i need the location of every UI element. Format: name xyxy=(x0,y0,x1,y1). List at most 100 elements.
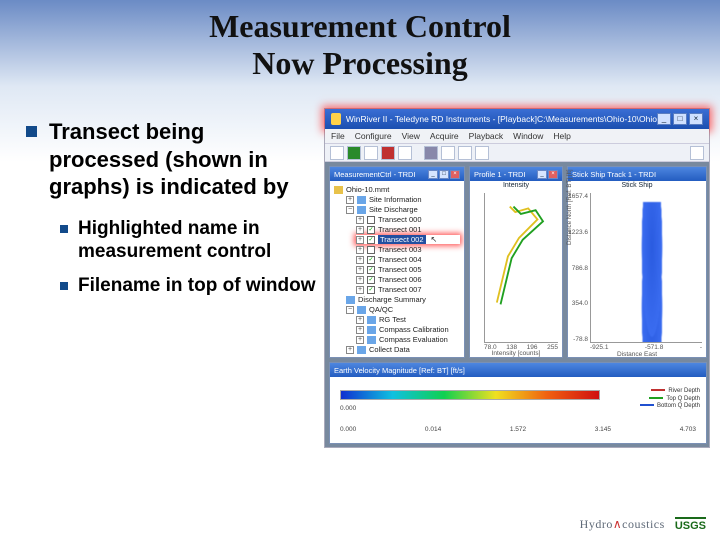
contour-titlebar[interactable]: Earth Velocity Magnitude [Ref: BT] [ft/s… xyxy=(330,363,706,377)
menu-help[interactable]: Help xyxy=(553,131,570,141)
tree-qaqc[interactable]: −QA/QC xyxy=(346,305,460,314)
subwin-min-button[interactable]: _ xyxy=(537,170,547,179)
expand-icon[interactable]: + xyxy=(356,336,364,344)
expand-icon[interactable]: + xyxy=(356,326,364,334)
subwin-close-button[interactable]: × xyxy=(450,170,460,179)
tool-rewind-icon[interactable] xyxy=(398,146,412,160)
bullet-main-text: Transect being processed (shown in graph… xyxy=(49,118,316,201)
menu-file[interactable]: File xyxy=(331,131,345,141)
expand-icon[interactable]: + xyxy=(356,226,364,234)
ship-track-axis-title: Stick Ship xyxy=(568,182,706,189)
doc-icon xyxy=(367,326,376,334)
collapse-icon[interactable]: − xyxy=(346,206,354,214)
legend-botq: Bottom Q Depth xyxy=(640,403,700,411)
checkbox-icon[interactable]: ✓ xyxy=(367,256,375,264)
checkbox-icon[interactable] xyxy=(367,216,375,224)
sub-bullet-2-text: Filename in top of window xyxy=(78,274,316,298)
expand-icon[interactable]: + xyxy=(356,216,364,224)
menu-window[interactable]: Window xyxy=(513,131,543,141)
expand-icon[interactable]: + xyxy=(356,246,364,254)
tree-root-label: Ohio-10.mmt xyxy=(346,185,389,194)
measurement-ctrl-tree[interactable]: Ohio-10.mmt + Site Information − Site Di… xyxy=(330,181,464,357)
tool-generic-icon[interactable] xyxy=(458,146,472,160)
ship-track-titlebar[interactable]: Stick Ship Track 1 - TRDI xyxy=(568,167,706,181)
legend-river: River Depth xyxy=(640,388,700,396)
checkbox-icon[interactable]: ✓ xyxy=(367,226,375,234)
expand-icon[interactable]: + xyxy=(346,196,354,204)
profile-titlebar[interactable]: Profile 1 - TRDI _× xyxy=(470,167,562,181)
menubar: File Configure View Acquire Playback Win… xyxy=(325,129,709,144)
tree-transect-002[interactable]: +✓Transect 002↖ xyxy=(356,235,460,244)
minimize-button[interactable]: _ xyxy=(657,113,671,125)
tree-transect-001[interactable]: +✓Transect 001 xyxy=(356,225,460,234)
tool-dropdown-icon[interactable] xyxy=(690,146,704,160)
checkbox-icon[interactable]: ✓ xyxy=(367,276,375,284)
menu-configure[interactable]: Configure xyxy=(355,131,392,141)
tree-collect-data[interactable]: +Collect Data xyxy=(346,345,460,354)
profile-plot: Intensity 78.0 138 196 255 Intensity [co… xyxy=(470,181,562,357)
expand-icon[interactable]: + xyxy=(356,276,364,284)
legend-swatch-icon xyxy=(649,397,663,399)
collapse-icon[interactable]: − xyxy=(346,306,354,314)
subwin-close-button[interactable]: × xyxy=(548,170,558,179)
contour-leftval: 0.000 xyxy=(340,405,356,412)
expand-icon[interactable]: + xyxy=(356,236,364,244)
tree-site-info[interactable]: + Site Information xyxy=(346,195,460,204)
tool-stop-icon[interactable] xyxy=(381,146,395,160)
sub-bullet-1-text: Highlighted name in measurement control xyxy=(78,217,316,265)
close-button[interactable]: × xyxy=(689,113,703,125)
expand-icon[interactable]: + xyxy=(356,316,364,324)
measurement-ctrl-titlebar[interactable]: MeasurementCtrl - TRDI _ □ × xyxy=(330,167,464,181)
contour-xticks: 0.000 0.014 1.572 3.145 4.703 xyxy=(340,426,696,433)
menu-playback[interactable]: Playback xyxy=(469,131,504,141)
bullet-main: Transect being processed (shown in graph… xyxy=(26,118,316,201)
tree-root[interactable]: Ohio-10.mmt xyxy=(334,185,460,194)
checkbox-icon[interactable]: ✓ xyxy=(367,266,375,274)
maximize-button[interactable]: □ xyxy=(673,113,687,125)
expand-icon[interactable]: + xyxy=(356,286,364,294)
tree-compass-cal[interactable]: +Compass Calibration xyxy=(356,325,460,334)
tree-transect-007[interactable]: +✓Transect 007 xyxy=(356,285,460,294)
checkbox-icon[interactable]: ✓ xyxy=(367,236,375,244)
tree-transect-004[interactable]: +✓Transect 004 xyxy=(356,255,460,264)
doc-icon xyxy=(346,296,355,304)
ship-track-title: Stick Ship Track 1 - TRDI xyxy=(572,170,656,179)
expand-icon[interactable]: + xyxy=(346,346,354,354)
contour-body: River Depth Top Q Depth Bottom Q Depth 0… xyxy=(330,377,706,443)
tree-transect-006[interactable]: +✓Transect 006 xyxy=(356,275,460,284)
contour-title: Earth Velocity Magnitude [Ref: BT] [ft/s… xyxy=(334,366,465,375)
tree-site-discharge[interactable]: − Site Discharge xyxy=(346,205,460,214)
folder-icon xyxy=(357,196,366,204)
subwin-max-button[interactable]: □ xyxy=(439,170,449,179)
tree-transect-003[interactable]: +Transect 003 xyxy=(356,245,460,254)
subwin-min-button[interactable]: _ xyxy=(428,170,438,179)
usgs-logo: USGS xyxy=(675,517,706,532)
menu-view[interactable]: View xyxy=(402,131,420,141)
app-titlebar[interactable]: WinRiver II - Teledyne RD Instruments - … xyxy=(325,109,709,129)
tool-generic-icon[interactable] xyxy=(441,146,455,160)
tree-discharge-summary[interactable]: Discharge Summary xyxy=(346,295,460,304)
tree-transect-005[interactable]: +✓Transect 005 xyxy=(356,265,460,274)
tree-rg-test[interactable]: +RG Test xyxy=(356,315,460,324)
checkbox-icon[interactable]: ✓ xyxy=(367,286,375,294)
tool-settings-icon[interactable] xyxy=(424,146,438,160)
color-bar-icon xyxy=(340,390,600,400)
menu-acquire[interactable]: Acquire xyxy=(430,131,459,141)
tree-transect-000[interactable]: +Transect 000 xyxy=(356,215,460,224)
folder-icon xyxy=(357,306,366,314)
toolbar xyxy=(325,144,709,162)
sub-bullet-1: Highlighted name in measurement control xyxy=(60,217,316,265)
window-controls: _ □ × xyxy=(657,113,703,125)
tool-play-icon[interactable] xyxy=(347,146,361,160)
expand-icon[interactable]: + xyxy=(356,266,364,274)
slide-title: Measurement Control Now Processing xyxy=(0,0,720,82)
contour-legend: River Depth Top Q Depth Bottom Q Depth xyxy=(640,388,700,411)
expand-icon[interactable]: + xyxy=(356,256,364,264)
profile-axis-title: Intensity xyxy=(470,182,562,189)
tool-generic-icon[interactable] xyxy=(475,146,489,160)
tree-compass-eval[interactable]: +Compass Evaluation xyxy=(356,335,460,344)
tool-prev-icon[interactable] xyxy=(330,146,344,160)
cursor-icon: ↖ xyxy=(431,235,438,244)
tool-next-icon[interactable] xyxy=(364,146,378,160)
checkbox-icon[interactable] xyxy=(367,246,375,254)
